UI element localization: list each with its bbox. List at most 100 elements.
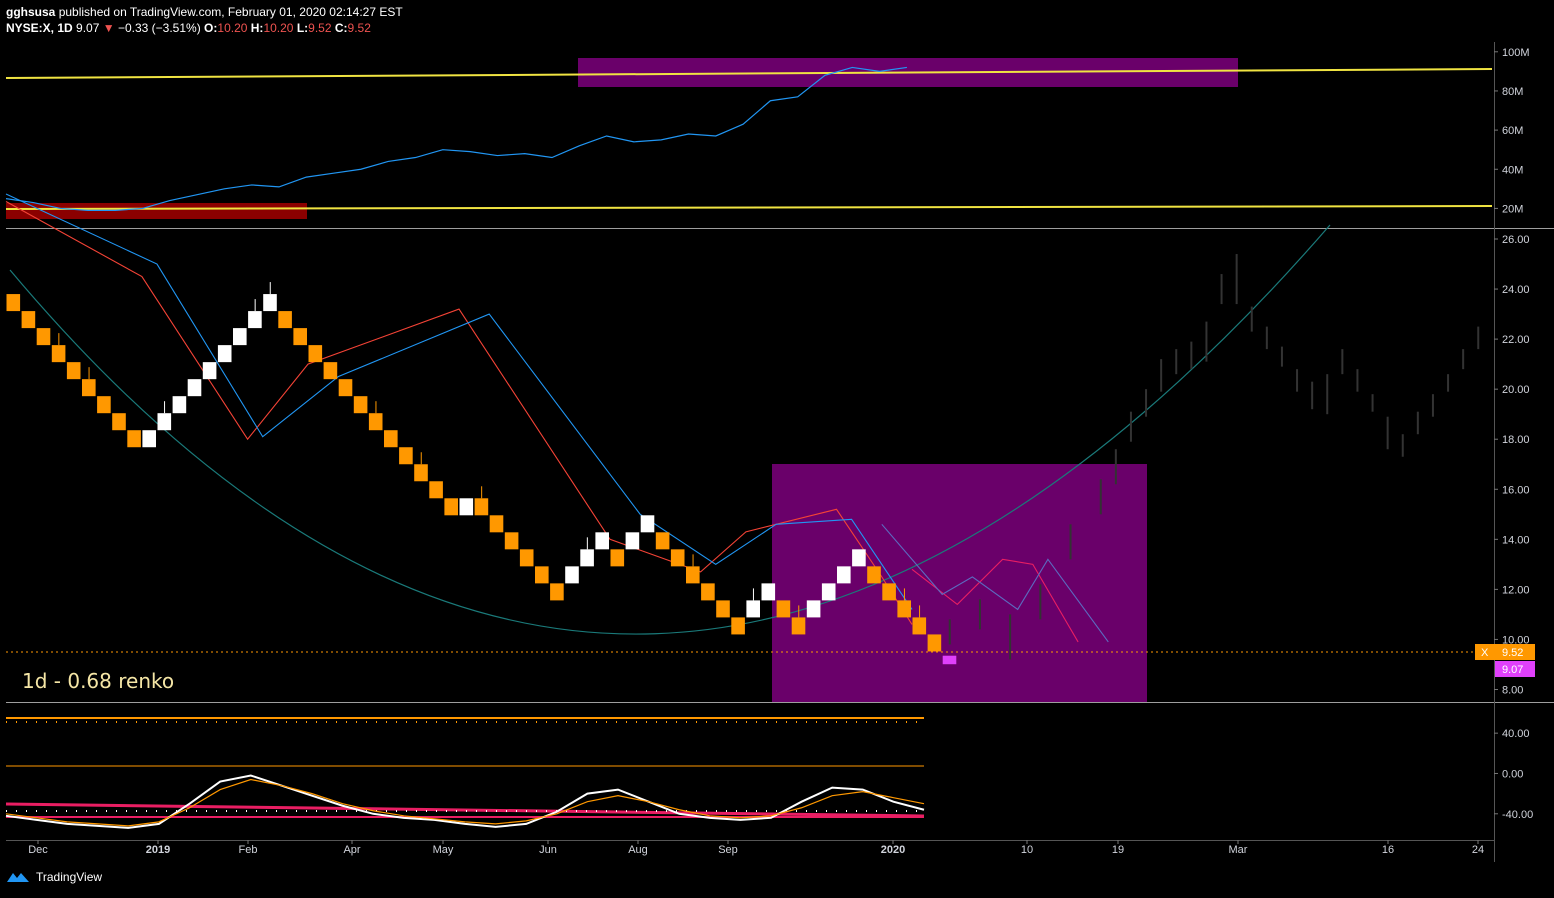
axes: 100M 80M 60M 40M 20M 26.00 24.00 22.00 20.00 18.0… xyxy=(28,47,1533,856)
purple-zone-main xyxy=(772,464,1147,702)
renko-brick-up[interactable] xyxy=(142,430,156,448)
renko-brick-up[interactable] xyxy=(837,566,851,584)
time-tick-label: Jun xyxy=(539,844,557,856)
renko-brick-up[interactable] xyxy=(202,362,217,380)
renko-brick-down[interactable] xyxy=(444,498,458,516)
price-tick-label: 16.00 xyxy=(1502,484,1530,496)
time-tick-label: 2019 xyxy=(146,844,170,856)
renko-brick-down[interactable] xyxy=(36,328,51,346)
osc-tick-label: 0.00 xyxy=(1502,768,1523,780)
price-tick-label: 22.00 xyxy=(1502,334,1530,346)
last-badge: 9.07 xyxy=(1502,664,1523,676)
renko-brick-down[interactable] xyxy=(323,362,338,380)
renko-brick-down[interactable] xyxy=(384,430,398,448)
renko-brick-down[interactable] xyxy=(927,634,942,652)
renko-brick-up[interactable] xyxy=(806,600,821,618)
osc-white-line xyxy=(5,774,925,829)
time-tick-label: Aug xyxy=(628,844,648,856)
volume-tick-label: 20M xyxy=(1502,203,1523,215)
tradingview-logo-icon xyxy=(7,873,29,882)
renko-brick-down[interactable] xyxy=(6,294,21,312)
time-tick-label: Dec xyxy=(28,844,48,856)
renko-brick-down[interactable] xyxy=(66,362,81,380)
price-tick-label: 24.00 xyxy=(1502,284,1530,296)
renko-brick-down[interactable] xyxy=(535,566,549,584)
renko-brick-down[interactable] xyxy=(474,498,489,516)
renko-brick-up[interactable] xyxy=(565,566,579,584)
renko-brick-up[interactable] xyxy=(217,345,232,363)
renko-brick-up[interactable] xyxy=(821,583,836,601)
volume-tick-label: 40M xyxy=(1502,164,1523,176)
renko-brick-down[interactable] xyxy=(731,617,745,635)
renko-brick-up[interactable] xyxy=(263,294,277,312)
renko-annotation: 1d - 0.68 renko xyxy=(22,669,174,693)
time-tick-label: Mar xyxy=(1229,844,1248,856)
renko-brick-down[interactable] xyxy=(278,311,292,329)
renko-brick-down[interactable] xyxy=(414,464,428,482)
renko-brick-down[interactable] xyxy=(867,566,881,584)
renko-brick-down[interactable] xyxy=(897,600,911,618)
renko-brick-up[interactable] xyxy=(625,532,640,550)
price-tick-label: 12.00 xyxy=(1502,584,1530,596)
time-tick-label: 10 xyxy=(1021,844,1033,856)
renko-brick-up[interactable] xyxy=(157,413,172,431)
renko-brick-down[interactable] xyxy=(293,328,307,346)
renko-brick-down[interactable] xyxy=(338,379,353,397)
renko-brick-current[interactable] xyxy=(942,655,957,665)
brand-name[interactable]: TradingView xyxy=(36,870,102,884)
price-tick-label: 18.00 xyxy=(1502,434,1530,446)
renko-brick-up[interactable] xyxy=(580,549,594,567)
renko-brick-down[interactable] xyxy=(82,379,96,397)
chart-canvas[interactable]: 1d - 0.68 renko 100M 80M 60M 40M 20M 26.00 24.… xyxy=(0,0,1554,898)
renko-brick-down[interactable] xyxy=(776,600,791,618)
renko-brick-down[interactable] xyxy=(489,515,504,533)
renko-brick-up[interactable] xyxy=(248,311,262,329)
renko-brick-down[interactable] xyxy=(519,549,534,567)
price-pane: 1d - 0.68 renko xyxy=(5,193,1492,702)
renko-brick-up[interactable] xyxy=(459,498,474,516)
volume-pane xyxy=(5,58,1493,219)
price-tick-label: 26.00 xyxy=(1502,234,1530,246)
renko-brick-down[interactable] xyxy=(655,532,670,550)
price-tick-label: 20.00 xyxy=(1502,384,1530,396)
renko-brick-up[interactable] xyxy=(595,532,609,550)
renko-brick-up[interactable] xyxy=(233,328,247,346)
renko-brick-down[interactable] xyxy=(97,396,111,414)
renko-brick-down[interactable] xyxy=(308,345,323,363)
renko-brick-down[interactable] xyxy=(51,345,66,363)
renko-brick-up[interactable] xyxy=(746,600,760,618)
time-tick-label: Apr xyxy=(343,844,360,856)
renko-brick-down[interactable] xyxy=(112,413,126,431)
renko-brick-up[interactable] xyxy=(761,583,776,601)
price-badges: X 9.52 9.07 xyxy=(1475,644,1535,677)
renko-brick-down[interactable] xyxy=(610,549,625,567)
time-tick-label: 2020 xyxy=(881,844,905,856)
renko-brick-down[interactable] xyxy=(716,600,730,618)
oscillator-pane xyxy=(5,717,925,829)
renko-brick-down[interactable] xyxy=(791,617,806,635)
renko-brick-down[interactable] xyxy=(429,481,443,499)
footer: TradingView xyxy=(6,870,102,884)
renko-brick-down[interactable] xyxy=(670,549,685,567)
renko-brick-down[interactable] xyxy=(504,532,519,550)
renko-brick-down[interactable] xyxy=(912,617,927,635)
renko-brick-down[interactable] xyxy=(127,430,141,448)
grid xyxy=(6,42,1554,862)
renko-brick-down[interactable] xyxy=(550,583,564,601)
close-badge: 9.52 xyxy=(1502,647,1523,659)
renko-brick-down[interactable] xyxy=(701,583,715,601)
renko-brick-down[interactable] xyxy=(368,413,383,431)
price-tick-label: 8.00 xyxy=(1502,684,1523,696)
renko-brick-up[interactable] xyxy=(172,396,187,414)
time-tick-label: 16 xyxy=(1382,844,1394,856)
renko-brick-down[interactable] xyxy=(882,583,896,601)
renko-brick-down[interactable] xyxy=(353,396,368,414)
renko-brick-down[interactable] xyxy=(21,311,36,329)
osc-tick-label: 40.00 xyxy=(1502,728,1530,740)
osc-orange-line xyxy=(5,778,925,827)
renko-brick-up[interactable] xyxy=(640,515,655,533)
renko-brick-down[interactable] xyxy=(686,566,700,584)
renko-brick-down[interactable] xyxy=(399,447,413,465)
renko-brick-up[interactable] xyxy=(852,549,866,567)
renko-brick-up[interactable] xyxy=(187,379,202,397)
